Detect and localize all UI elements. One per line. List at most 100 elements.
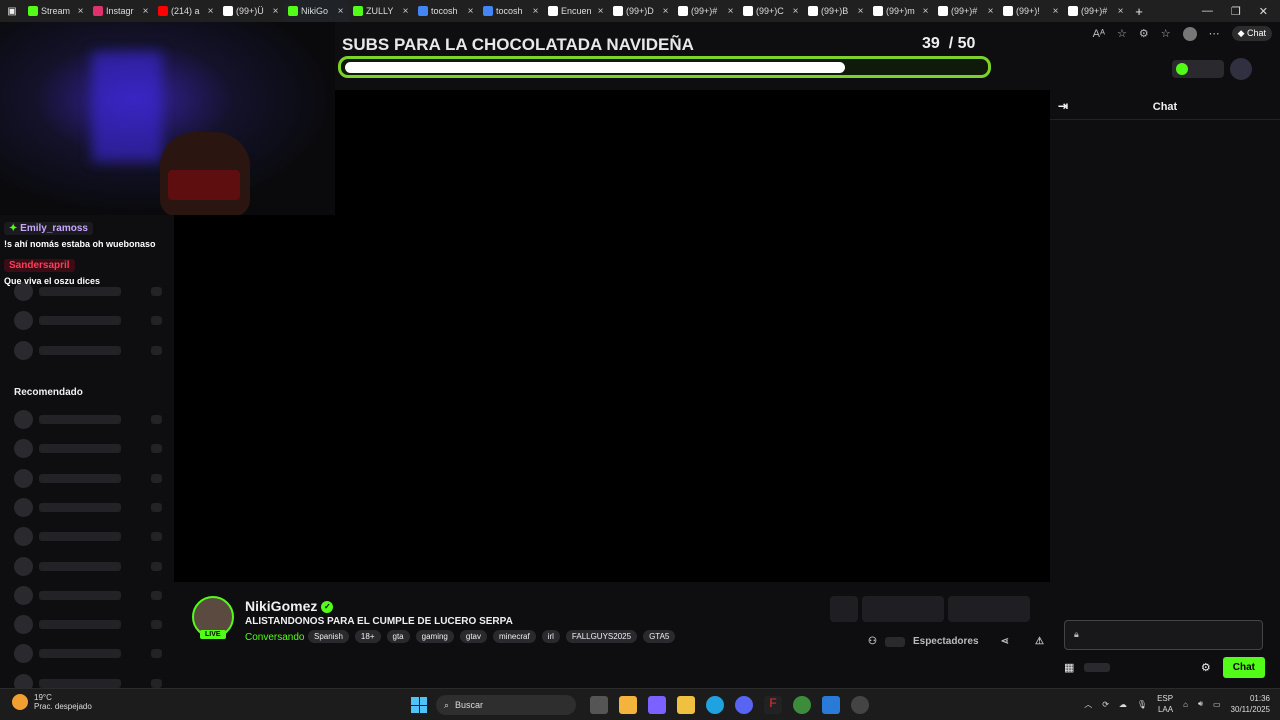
close-tab-icon[interactable]: × — [1051, 6, 1060, 17]
restore-icon[interactable]: ❐ — [1231, 5, 1241, 18]
store-icon[interactable]: ▦ — [1064, 661, 1074, 674]
user-avatar[interactable] — [1230, 58, 1252, 80]
stream-tag[interactable]: gaming — [415, 630, 454, 643]
stream-tag[interactable]: FALLGUYS2025 — [565, 630, 638, 643]
favorites-icon[interactable]: ☆ — [1161, 27, 1171, 40]
browser-tab[interactable]: NikiGo × — [284, 0, 349, 22]
tab-actions-icon[interactable]: ▣ — [0, 6, 24, 17]
stream-tag[interactable]: gta — [386, 630, 410, 643]
copilot-chat-button[interactable]: ◆ Chat — [1231, 26, 1272, 41]
mic-icon[interactable]: 🎙︎ — [1137, 700, 1147, 709]
file-explorer-icon[interactable] — [677, 696, 695, 714]
close-tab-icon[interactable]: × — [76, 6, 85, 17]
tab-favicon-icon — [418, 6, 428, 16]
close-tab-icon[interactable]: × — [466, 6, 475, 17]
browser-tab[interactable]: Instagr × — [89, 0, 154, 22]
store-app-icon[interactable] — [619, 696, 637, 714]
copilot-app-icon[interactable] — [648, 696, 666, 714]
close-window-icon[interactable]: ✕ — [1259, 5, 1268, 18]
browser-tab[interactable]: Stream × — [24, 0, 89, 22]
profile-icon[interactable] — [1182, 26, 1197, 41]
copilot-label: Chat — [1246, 28, 1266, 38]
tab-favicon-icon — [1068, 6, 1078, 16]
stream-tag[interactable]: Spanish — [308, 630, 349, 643]
stream-tag[interactable]: irl — [541, 630, 560, 643]
font-app-icon[interactable]: F — [764, 696, 782, 714]
taskbar-search[interactable]: ⌕ Buscar — [436, 695, 576, 715]
goal-title: SUBS PARA LA CHOCOLATADA NAVIDEÑA — [342, 35, 694, 54]
close-tab-icon[interactable]: × — [921, 6, 930, 17]
skeleton-avatar — [14, 468, 33, 488]
edge-icon[interactable] — [706, 696, 724, 714]
clock[interactable]: 01:36 30/11/2025 — [1231, 693, 1270, 715]
close-tab-icon[interactable]: × — [336, 6, 345, 17]
chat-settings-icon[interactable]: ⚙ — [1201, 661, 1211, 674]
browser-tab[interactable]: (99+)# × — [1064, 0, 1129, 22]
browser-tab[interactable]: (99+)m × — [869, 0, 934, 22]
close-tab-icon[interactable]: × — [141, 6, 150, 17]
browser-tab[interactable]: (214) a × — [154, 0, 219, 22]
obs-icon[interactable] — [851, 696, 869, 714]
close-tab-icon[interactable]: × — [1116, 6, 1125, 17]
streamer-name[interactable]: NikiGomez ✓ — [245, 598, 334, 614]
browser-tab[interactable]: tocosh × — [414, 0, 479, 22]
close-tab-icon[interactable]: × — [791, 6, 800, 17]
tab-title: tocosh — [496, 6, 523, 16]
read-aloud-icon[interactable]: Aᴬ — [1093, 28, 1105, 40]
stream-tag[interactable]: gtav — [459, 630, 487, 643]
share-icon[interactable]: ⋖ — [1001, 636, 1009, 647]
sync-icon[interactable]: ⟳ — [1102, 700, 1109, 709]
browser-tab[interactable]: (99+)C × — [739, 0, 804, 22]
start-icon[interactable] — [411, 697, 427, 713]
verified-icon: ✓ — [321, 601, 334, 614]
collapse-chat-icon[interactable]: ⇥ — [1058, 99, 1068, 113]
cloud-icon[interactable]: ☁ — [1119, 700, 1127, 709]
stream-category[interactable]: Conversando — [245, 632, 304, 643]
close-tab-icon[interactable]: × — [856, 6, 865, 17]
browser-tab[interactable]: Encuen × — [544, 0, 609, 22]
close-tab-icon[interactable]: × — [531, 6, 540, 17]
kick-toggle[interactable] — [1172, 60, 1224, 78]
goal-current: 39 — [922, 35, 940, 52]
close-tab-icon[interactable]: × — [596, 6, 605, 17]
battery-icon[interactable]: ▭ — [1213, 700, 1221, 709]
volume-icon[interactable]: 🔊︎ — [1198, 699, 1203, 709]
close-tab-icon[interactable]: × — [726, 6, 735, 17]
close-tab-icon[interactable]: × — [661, 6, 670, 17]
chevron-up-icon[interactable]: ︿ — [1084, 699, 1092, 710]
browser-tab[interactable]: (99+)Ü × — [219, 0, 284, 22]
favorite-star-icon[interactable]: ☆ — [1117, 27, 1127, 40]
chat-send-button[interactable]: Chat — [1222, 656, 1265, 678]
weather-widget[interactable]: 19°C Prac. despejado — [12, 693, 92, 711]
browser-toolbar: Aᴬ ☆ ⚙ ☆ ⋯ ◆ Chat — [1093, 26, 1272, 41]
browser-tab[interactable]: (99+)# × — [934, 0, 999, 22]
discord-icon[interactable] — [735, 696, 753, 714]
browser-tab[interactable]: ZULLY × — [349, 0, 414, 22]
extensions-icon[interactable]: ⚙ — [1139, 27, 1149, 40]
stream-tag[interactable]: minecraf — [493, 630, 536, 643]
language-indicator[interactable]: ESP LAA — [1157, 693, 1173, 715]
browser-tab[interactable]: (99+)D × — [609, 0, 674, 22]
skeleton-channel-row — [14, 311, 162, 331]
new-tab-button[interactable]: + — [1129, 4, 1149, 19]
browser-tab[interactable]: (99+)! × — [999, 0, 1064, 22]
browser-tab[interactable]: (99+)B × — [804, 0, 869, 22]
network-icon[interactable]: ⌂ — [1183, 700, 1188, 709]
browser-tab[interactable]: (99+)# × — [674, 0, 739, 22]
photos-icon[interactable] — [822, 696, 840, 714]
search-label: Buscar — [455, 700, 484, 710]
close-tab-icon[interactable]: × — [401, 6, 410, 17]
report-icon[interactable]: ⚠ — [1035, 636, 1044, 647]
close-tab-icon[interactable]: × — [271, 6, 280, 17]
stream-tag[interactable]: 18+ — [354, 630, 381, 643]
task-view-icon[interactable] — [590, 696, 608, 714]
chat-message-input[interactable]: 🔒︎ — [1064, 620, 1263, 650]
stream-tag[interactable]: GTA5 — [643, 630, 676, 643]
minecraft-icon[interactable] — [793, 696, 811, 714]
close-tab-icon[interactable]: × — [206, 6, 215, 17]
close-tab-icon[interactable]: × — [986, 6, 995, 17]
more-options-icon[interactable]: ⋯ — [1209, 27, 1220, 40]
browser-tab[interactable]: tocosh × — [479, 0, 544, 22]
minimize-icon[interactable]: — — [1202, 5, 1213, 18]
viewers-row: ⚇ Espectadores ⋖ ⚠ — [868, 636, 1044, 647]
